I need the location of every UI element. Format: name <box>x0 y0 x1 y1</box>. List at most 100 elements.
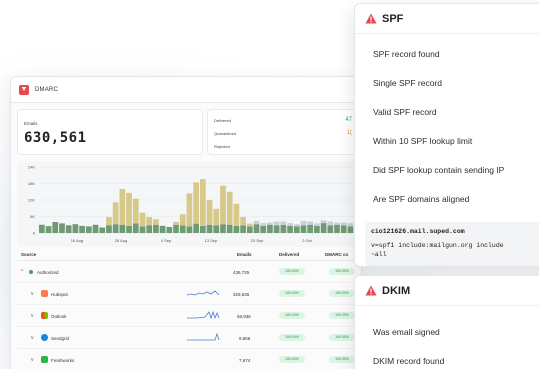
chart-bar[interactable] <box>334 224 340 233</box>
chart-bar[interactable] <box>307 224 314 233</box>
chart-bar[interactable] <box>146 225 153 233</box>
chart-bar[interactable] <box>340 222 347 226</box>
dkim-check-item[interactable]: Was email signed <box>373 327 440 337</box>
dkim-check-item[interactable]: DKIM record found <box>373 356 444 366</box>
chart-bar[interactable] <box>273 221 280 226</box>
chart-bar[interactable] <box>173 224 179 233</box>
table-row[interactable]: v Sendgrid 9,866 100.00% 100.00% <box>17 327 361 349</box>
chart-bar[interactable] <box>327 221 334 226</box>
chart-bar[interactable] <box>347 223 354 227</box>
chart-bar[interactable] <box>246 226 253 233</box>
chart-bar[interactable] <box>334 222 340 225</box>
chart-bar[interactable] <box>280 224 287 233</box>
chart-bar[interactable] <box>119 224 126 233</box>
chart-bar[interactable] <box>126 192 132 226</box>
chart-bar[interactable] <box>267 224 273 233</box>
chart-bar[interactable] <box>193 223 199 233</box>
spf-check-item[interactable]: Within 10 SPF lookup limit <box>373 136 472 146</box>
chart-bar[interactable] <box>99 227 106 234</box>
chart-bar[interactable] <box>106 217 112 226</box>
chart-bar[interactable] <box>179 225 186 233</box>
chart-bar[interactable] <box>314 223 320 226</box>
chart-bar[interactable] <box>139 226 146 233</box>
chart-bar[interactable] <box>280 221 287 225</box>
chart-bar[interactable] <box>119 189 126 225</box>
chart-bar[interactable] <box>220 185 226 225</box>
chart-bar[interactable] <box>287 225 293 233</box>
chart-bar[interactable] <box>260 223 267 226</box>
col-source[interactable]: Source <box>21 252 36 257</box>
chart-bar[interactable] <box>85 226 92 233</box>
chevron-down-icon[interactable]: v <box>31 357 34 363</box>
chart-bar[interactable] <box>112 224 119 233</box>
chart-bar[interactable] <box>293 226 300 233</box>
chart-bar[interactable] <box>59 223 65 233</box>
chevron-down-icon[interactable]: v <box>31 313 34 319</box>
chart-bar[interactable] <box>106 225 112 233</box>
chart-bar[interactable] <box>193 182 199 224</box>
spf-check-item[interactable]: Did SPF lookup contain sending IP <box>373 165 504 175</box>
table-row[interactable]: ^ Authorized 436,725 100.00% 100.00% <box>17 261 361 283</box>
chart-bar[interactable] <box>92 224 99 233</box>
chart-bar[interactable] <box>287 223 293 226</box>
chart-bar[interactable] <box>132 223 139 233</box>
chart-bar[interactable] <box>233 225 240 233</box>
chart-bar[interactable] <box>153 224 159 233</box>
chart-bar[interactable] <box>347 226 354 233</box>
chart-bar[interactable] <box>320 223 327 233</box>
chart-bar[interactable] <box>200 225 206 233</box>
chevron-down-icon[interactable]: v <box>31 291 34 297</box>
spf-check-item[interactable]: Valid SPF record <box>373 107 437 117</box>
chart-bar[interactable] <box>307 221 314 225</box>
chart-bar[interactable] <box>327 225 334 233</box>
chart-bar[interactable] <box>226 224 233 233</box>
table-row[interactable]: v Outlook 68,936 100.00% 100.00% <box>17 305 361 327</box>
chart-bar[interactable] <box>267 222 273 225</box>
chart-bar[interactable] <box>179 214 186 226</box>
chart-bar[interactable] <box>246 223 253 227</box>
spf-check-item[interactable]: Are SPF domains aligned <box>373 194 469 204</box>
chart-bar[interactable] <box>173 222 179 225</box>
chart-bar[interactable] <box>233 203 240 226</box>
chart-bar[interactable] <box>300 225 307 233</box>
chart-bar[interactable] <box>72 224 79 233</box>
chart-bar[interactable] <box>240 225 246 233</box>
chart-bar[interactable] <box>253 224 260 233</box>
chart-bar[interactable] <box>220 224 226 233</box>
chart-bar[interactable] <box>213 225 220 233</box>
chart-bar[interactable] <box>200 179 206 226</box>
table-row[interactable]: v Freshworks 7,674 100.00% 100.00% <box>17 349 361 369</box>
chart-bar[interactable] <box>132 198 139 224</box>
chevron-down-icon[interactable]: v <box>31 335 34 341</box>
chart-bar[interactable] <box>206 200 213 225</box>
chart-bar[interactable] <box>213 208 220 226</box>
chart-bar[interactable] <box>293 224 300 227</box>
spf-check-item[interactable]: Single SPF record <box>373 78 442 88</box>
table-row[interactable]: v Hubspot 329,635 100.00% 100.00% <box>17 283 361 305</box>
chart-bar[interactable] <box>153 219 159 225</box>
chart-bar[interactable] <box>320 220 327 224</box>
chart-bar[interactable] <box>253 220 260 225</box>
chevron-up-icon[interactable]: ^ <box>21 269 23 275</box>
chart-bar[interactable] <box>186 226 193 233</box>
chart-bar[interactable] <box>112 202 119 225</box>
chart-bar[interactable] <box>314 225 320 233</box>
chart-bar[interactable] <box>146 217 153 226</box>
col-dmarc[interactable]: DMARC co <box>325 252 348 257</box>
chart-bar[interactable] <box>159 225 166 233</box>
chart-bar[interactable] <box>186 193 193 227</box>
chart-bar[interactable] <box>126 225 132 233</box>
col-emails[interactable]: Emails <box>237 252 252 257</box>
chart-bar[interactable] <box>45 226 52 233</box>
chart-bar[interactable] <box>300 220 307 226</box>
spf-check-item[interactable]: SPF record found <box>373 49 440 59</box>
chart-bar[interactable] <box>139 212 146 227</box>
chart-bar[interactable] <box>79 225 85 233</box>
chart-bar[interactable] <box>260 225 267 233</box>
col-delivered[interactable]: Delivered <box>279 252 299 257</box>
chart-bar[interactable] <box>340 225 347 233</box>
chart-bar[interactable] <box>52 222 59 233</box>
chart-bar[interactable] <box>273 225 280 233</box>
chart-bar[interactable] <box>166 226 173 233</box>
chart-bar[interactable] <box>226 191 233 225</box>
